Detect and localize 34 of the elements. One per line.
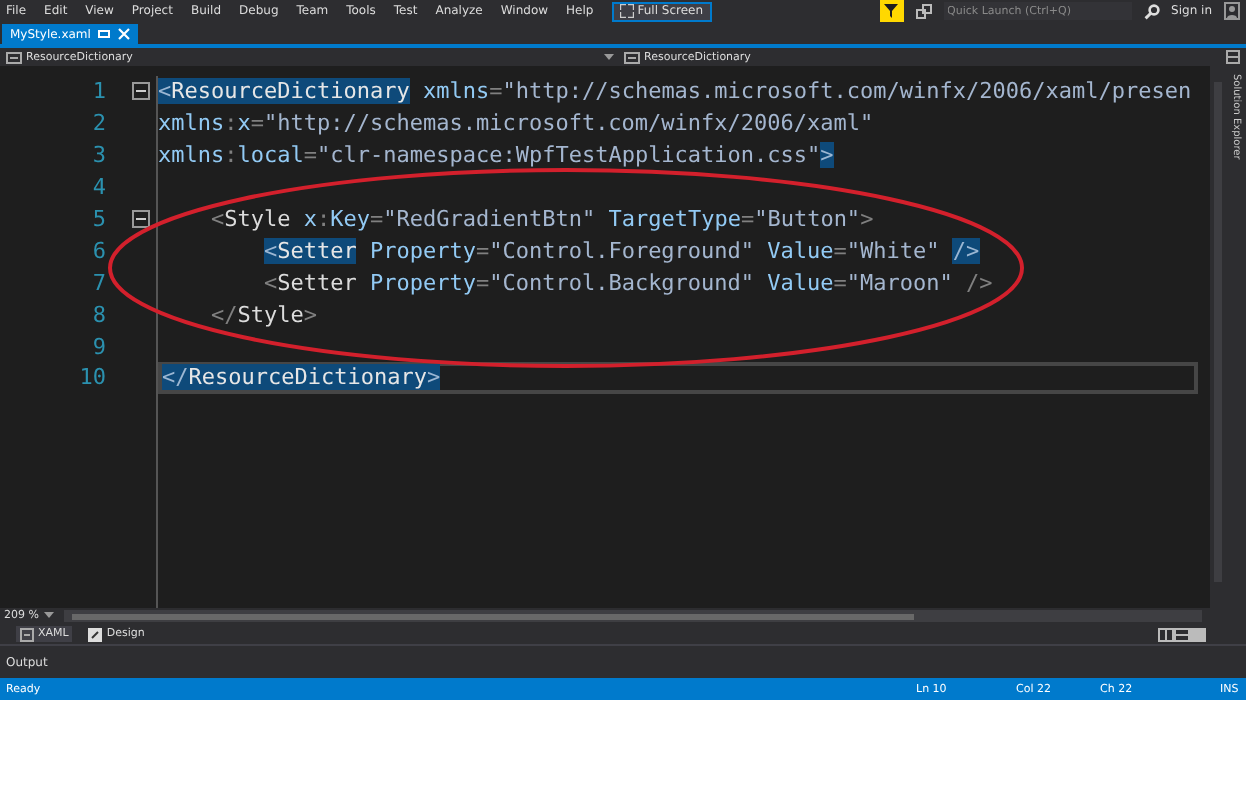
code-icon	[20, 627, 34, 641]
line-number: 9	[92, 333, 106, 360]
line-number: 5	[92, 206, 106, 232]
code-line: xmlns:x="http://schemas.microsoft.com/winfx/2006/xaml"	[158, 110, 874, 137]
line-number: 1	[92, 78, 106, 105]
line-number: 6	[92, 237, 106, 264]
design-icon	[88, 627, 103, 641]
line-number: 2	[92, 110, 106, 137]
pin-icon	[98, 28, 111, 40]
code-line: </Style>	[209, 301, 317, 328]
line-number: 7	[92, 269, 106, 296]
expand-icon	[619, 4, 634, 18]
caret-icon	[604, 53, 614, 61]
line-number: 10	[79, 364, 106, 391]
close-icon	[118, 28, 131, 40]
line-number: 8	[92, 301, 106, 328]
split-layout-icon	[1158, 627, 1206, 641]
caret-icon	[44, 612, 55, 620]
line-number: 4	[92, 174, 106, 201]
search-icon	[1143, 3, 1160, 19]
collapse-icon	[132, 210, 150, 228]
split-icon	[1226, 50, 1240, 64]
code-line: <Setter Property="Control.Background" Value="Maroon" />	[261, 269, 993, 296]
filter-button[interactable]	[879, 0, 904, 22]
code-line: <Setter Property="Control.Foreground" Value="White" />	[261, 237, 980, 264]
user-icon	[1224, 2, 1240, 20]
collapse-icon	[132, 82, 150, 101]
code-line: xmlns:local="clr-namespace:WpfTestApplication.css">	[158, 142, 834, 169]
code-line: </ResourceDictionary>	[162, 364, 441, 391]
code-line: <Style x:Key="RedGradientBtn" TargetType="Button">	[209, 206, 874, 232]
code-line: <ResourceDictionary xmlns="http://schemas.microsoft.com/winfx/2006/xaml/presen	[158, 78, 1192, 105]
line-number: 3	[92, 142, 106, 169]
funnel-icon	[884, 4, 899, 18]
horizontal-scrollbar[interactable]	[64, 610, 1202, 622]
